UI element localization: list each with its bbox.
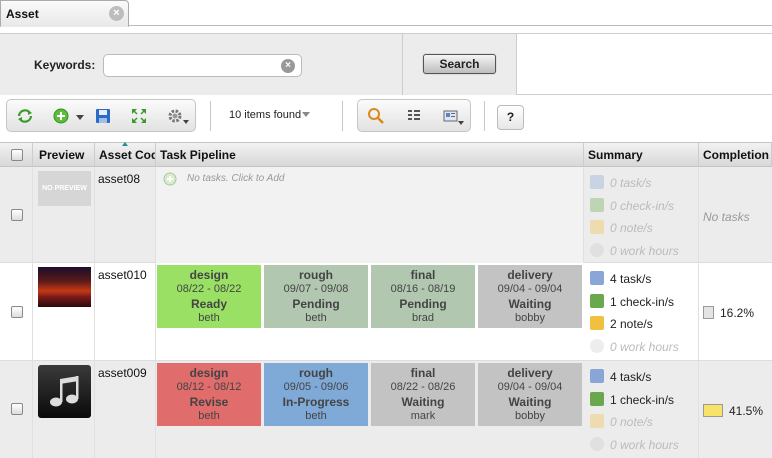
tasks-icon xyxy=(590,175,604,189)
summary-notes: 0 note/s xyxy=(590,414,653,430)
column-header[interactable]: Asset Cod xyxy=(95,143,156,167)
sort-ascending-icon xyxy=(122,142,128,146)
add-icon[interactable] xyxy=(52,107,70,125)
task-delivery[interactable]: delivery 09/04 - 09/04 Waiting bobby xyxy=(478,363,582,426)
row-checkbox[interactable] xyxy=(11,209,23,221)
toolbar-separator xyxy=(342,101,343,131)
summary-checkins[interactable]: 1 check-in/s xyxy=(590,294,674,310)
completion-bar xyxy=(703,404,723,417)
summary-checkins: 0 check-in/s xyxy=(590,198,674,214)
tasks-icon xyxy=(590,271,604,285)
search-button[interactable]: Search xyxy=(423,54,496,74)
close-icon[interactable]: × xyxy=(109,6,124,21)
summary-hours: 0 work hours xyxy=(590,339,679,355)
columns-icon[interactable] xyxy=(405,107,423,125)
task-rough[interactable]: rough 09/05 - 09/06 In-Progress beth xyxy=(264,363,368,426)
note-icon xyxy=(590,220,604,234)
toolbar-group-view xyxy=(357,99,471,132)
summary-hours: 0 work hours xyxy=(590,437,679,453)
table-row[interactable]: NO PREVIEW asset08 No tasks. Click to Ad… xyxy=(0,167,772,263)
task-final[interactable]: final 08/16 - 08/19 Pending brad xyxy=(371,265,475,328)
row-select-cell xyxy=(0,263,33,361)
no-preview-thumbnail[interactable]: NO PREVIEW xyxy=(38,171,91,206)
row-checkbox[interactable] xyxy=(11,403,23,415)
select-all-column xyxy=(0,143,33,167)
toolbar-separator xyxy=(210,101,211,131)
gear-dropdown-icon[interactable] xyxy=(183,120,189,124)
toolbar: 10 items found ? xyxy=(0,95,772,141)
task-design[interactable]: design 08/22 - 08/22 Ready beth xyxy=(157,265,261,328)
summary-notes: 0 note/s xyxy=(590,220,653,236)
completion-text: No tasks xyxy=(703,210,750,224)
tab-bar: Asset × xyxy=(0,0,772,27)
clear-icon[interactable]: × xyxy=(281,59,295,73)
checkin-icon xyxy=(590,294,604,308)
music-note-icon xyxy=(50,376,79,407)
toolbar-separator xyxy=(484,101,485,131)
tasks-icon xyxy=(590,369,604,383)
tab-title: Asset xyxy=(6,7,39,21)
keywords-input[interactable]: × xyxy=(103,54,302,77)
help-button[interactable]: ? xyxy=(497,105,524,130)
task-rough[interactable]: rough 09/07 - 09/08 Pending beth xyxy=(264,265,368,328)
note-icon xyxy=(590,414,604,428)
clock-icon xyxy=(590,437,604,451)
search-panel: Keywords: × Search xyxy=(0,33,772,95)
summary-tasks[interactable]: 4 task/s xyxy=(590,369,651,385)
task-final[interactable]: final 08/22 - 08/26 Waiting mark xyxy=(371,363,475,426)
summary-tasks[interactable]: 4 task/s xyxy=(590,271,651,287)
asset-code[interactable]: asset010 xyxy=(98,268,147,282)
clock-icon xyxy=(590,339,604,353)
completion-value: 41.5% xyxy=(703,404,763,418)
magnifier-icon[interactable] xyxy=(367,107,385,125)
table-row[interactable]: asset010 design 08/22 - 08/22 Ready beth ro… xyxy=(0,263,772,361)
column-header[interactable]: Completion xyxy=(699,143,772,167)
task-design[interactable]: design 08/12 - 08/12 Revise beth xyxy=(157,363,261,426)
checkin-icon xyxy=(590,198,604,212)
items-found[interactable]: 10 items found xyxy=(229,109,301,121)
add-dropdown-icon[interactable] xyxy=(76,115,84,120)
keywords-label: Keywords: xyxy=(34,58,96,72)
completion-value: 16.2% xyxy=(703,306,754,320)
column-header[interactable]: Summary xyxy=(584,143,699,167)
clock-icon xyxy=(590,243,604,257)
no-tasks-message[interactable]: No tasks. Click to Add xyxy=(187,173,284,184)
select-all-checkbox[interactable] xyxy=(11,149,23,161)
completion-bar xyxy=(703,306,714,319)
sunset-thumbnail[interactable] xyxy=(38,267,91,307)
summary-tasks: 0 task/s xyxy=(590,175,651,191)
checkin-icon xyxy=(590,392,604,406)
row-select-cell xyxy=(0,361,33,458)
asset-code[interactable]: asset08 xyxy=(98,172,140,186)
summary-hours: 0 work hours xyxy=(590,243,679,259)
items-found-dropdown-icon[interactable] xyxy=(302,112,310,117)
expand-icon[interactable] xyxy=(130,107,148,125)
tab-asset[interactable]: Asset × xyxy=(0,0,129,27)
summary-checkins[interactable]: 1 check-in/s xyxy=(590,392,674,408)
summary-notes[interactable]: 2 note/s xyxy=(590,316,653,332)
toolbar-group-actions xyxy=(6,99,196,132)
row-checkbox[interactable] xyxy=(11,306,23,318)
column-header[interactable]: Preview xyxy=(33,143,95,167)
task-delivery[interactable]: delivery 09/04 - 09/04 Waiting bobby xyxy=(478,265,582,328)
row-select-cell xyxy=(0,167,33,263)
add-task-icon[interactable] xyxy=(163,172,177,186)
table-row[interactable]: asset009 design 08/12 - 08/12 Revise beth r… xyxy=(0,361,772,458)
column-header[interactable]: Task Pipeline xyxy=(156,143,584,167)
search-left: Keywords: × xyxy=(0,34,403,95)
asset-code[interactable]: asset009 xyxy=(98,366,147,380)
save-icon[interactable] xyxy=(94,107,112,125)
layout-dropdown-icon[interactable] xyxy=(458,121,464,125)
refresh-icon[interactable] xyxy=(16,107,34,125)
note-icon xyxy=(590,316,604,330)
table-header: Preview Asset Cod Task Pipeline Summary … xyxy=(0,142,772,167)
music-thumbnail[interactable] xyxy=(38,365,91,418)
gear-icon[interactable] xyxy=(166,107,184,125)
search-button-area: Search xyxy=(403,34,517,95)
